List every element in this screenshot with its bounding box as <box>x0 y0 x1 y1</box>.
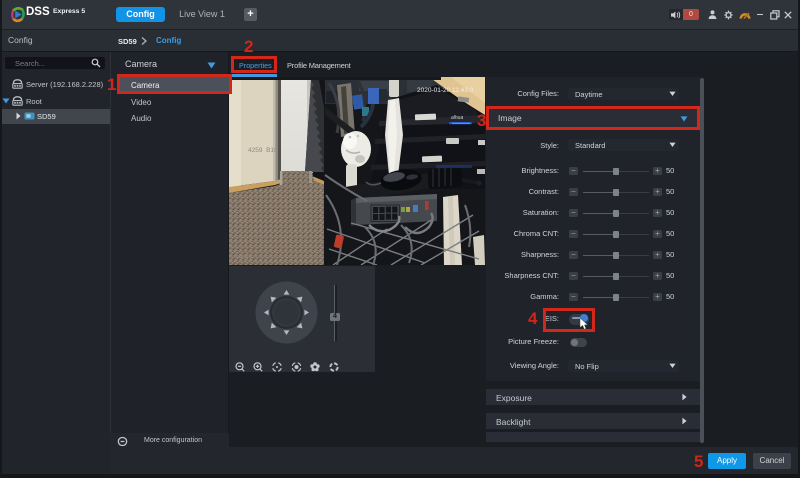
svg-text:AU(): AU() <box>237 254 251 261</box>
svg-text:alhua: alhua <box>451 115 463 121</box>
svg-text:4259 B10: 4259 B10 <box>248 147 278 154</box>
